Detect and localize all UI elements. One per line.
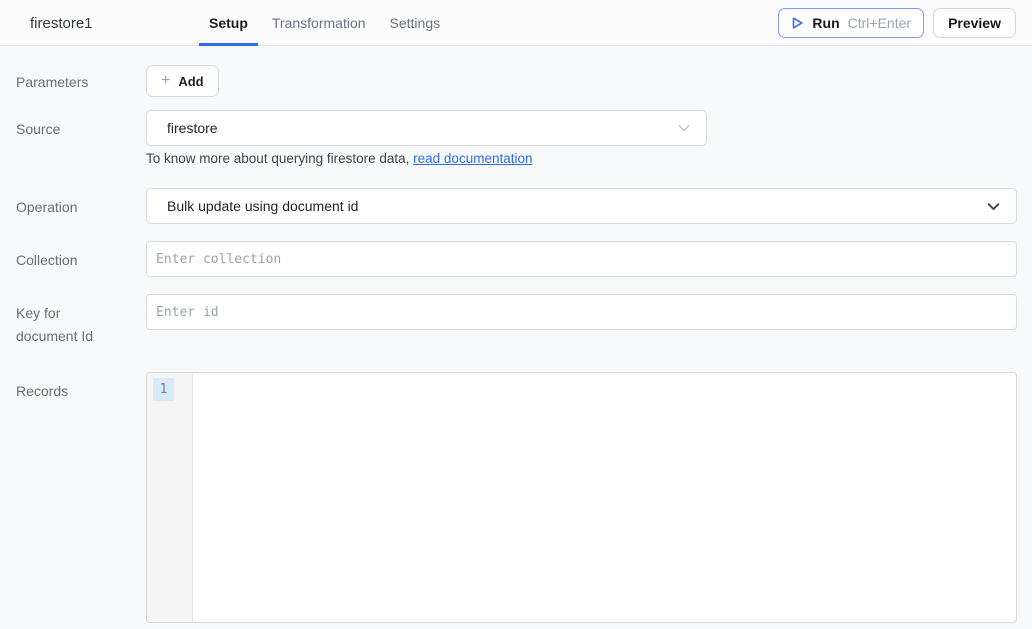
run-button-label: Run bbox=[812, 15, 839, 31]
parameters-row: Parameters + Add bbox=[16, 65, 1032, 97]
query-title: firestore1 bbox=[30, 0, 93, 46]
records-row: Records 1 bbox=[16, 372, 1032, 623]
operation-row: Operation Bulk update using document id bbox=[16, 188, 1032, 224]
collection-label: Collection bbox=[16, 241, 146, 277]
add-parameter-button[interactable]: + Add bbox=[146, 65, 219, 97]
run-button-shortcut: Ctrl+Enter bbox=[848, 15, 911, 31]
parameters-label: Parameters bbox=[16, 65, 146, 97]
document-key-input[interactable] bbox=[146, 294, 1017, 330]
line-number: 1 bbox=[153, 378, 174, 401]
records-code-editor: 1 bbox=[146, 372, 1017, 623]
editor-tabs: Setup Transformation Settings bbox=[199, 0, 450, 46]
document-key-row: Key for document Id bbox=[16, 294, 1032, 348]
setup-form: Parameters + Add Source firestore To kno… bbox=[0, 65, 1032, 623]
source-helper-text-body: To know more about querying firestore da… bbox=[146, 151, 413, 166]
header-actions: Run Ctrl+Enter Preview bbox=[778, 8, 1016, 38]
read-documentation-link[interactable]: read documentation bbox=[413, 151, 532, 166]
records-label: Records bbox=[16, 372, 146, 623]
operation-select-value: Bulk update using document id bbox=[167, 198, 985, 214]
play-icon bbox=[791, 16, 804, 30]
tab-transformation[interactable]: Transformation bbox=[262, 0, 376, 46]
collection-row: Collection bbox=[16, 241, 1032, 277]
tab-setup[interactable]: Setup bbox=[199, 0, 258, 46]
add-parameter-button-label: Add bbox=[178, 74, 203, 89]
run-button[interactable]: Run Ctrl+Enter bbox=[778, 8, 924, 38]
source-row: Source firestore To know more about quer… bbox=[16, 110, 1032, 166]
preview-button[interactable]: Preview bbox=[933, 8, 1016, 38]
collection-input[interactable] bbox=[146, 241, 1017, 277]
operation-select[interactable]: Bulk update using document id bbox=[146, 188, 1017, 224]
code-editor-gutter: 1 bbox=[147, 373, 193, 622]
tab-settings[interactable]: Settings bbox=[380, 0, 451, 46]
source-select-value: firestore bbox=[167, 120, 676, 136]
chevron-down-icon bbox=[676, 120, 692, 136]
query-editor-header: firestore1 Setup Transformation Settings… bbox=[0, 0, 1032, 46]
document-key-label: Key for document Id bbox=[16, 294, 146, 348]
source-select[interactable]: firestore bbox=[146, 110, 707, 146]
chevron-down-icon bbox=[985, 198, 1002, 215]
plus-icon: + bbox=[161, 73, 170, 89]
source-helper-text: To know more about querying firestore da… bbox=[146, 151, 707, 166]
source-label: Source bbox=[16, 110, 146, 166]
records-code-area[interactable] bbox=[193, 373, 1016, 622]
preview-button-label: Preview bbox=[948, 15, 1001, 31]
operation-label: Operation bbox=[16, 188, 146, 224]
